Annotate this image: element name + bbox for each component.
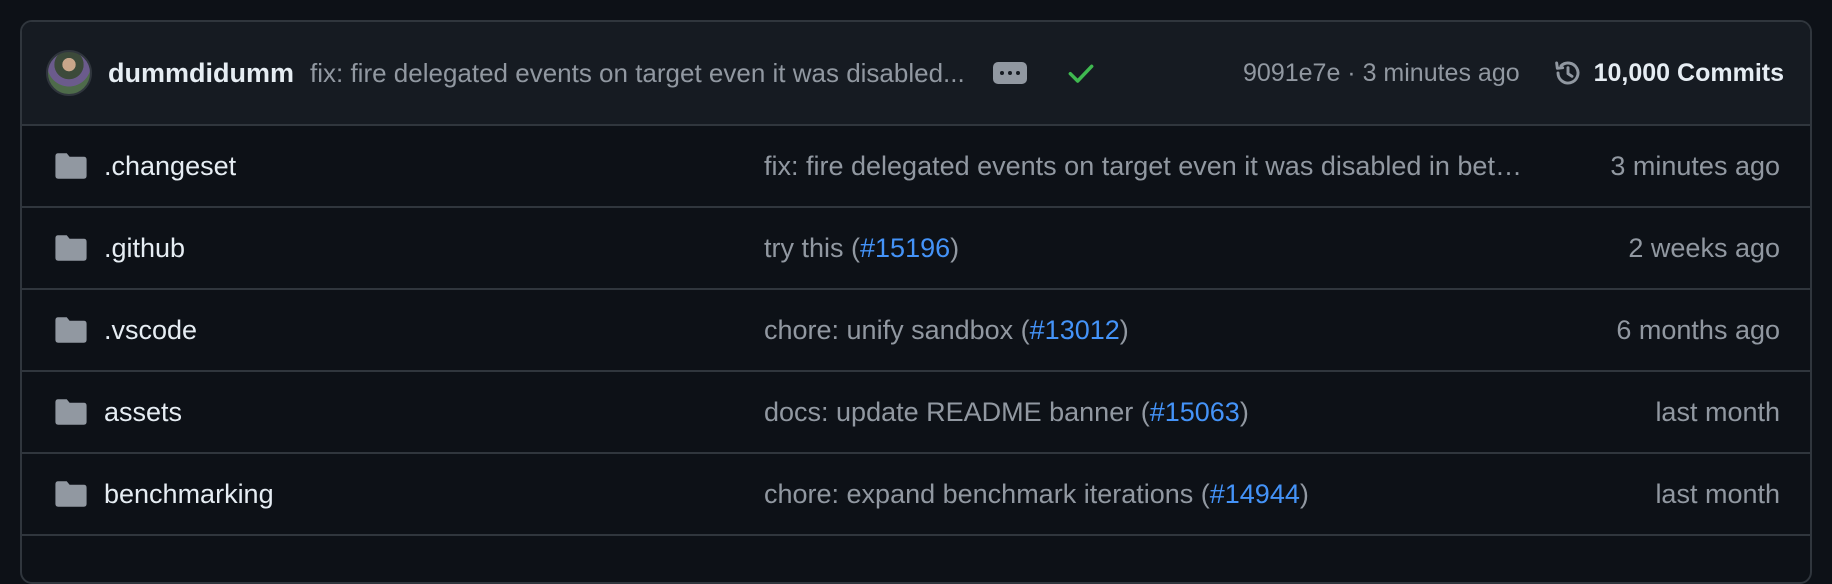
commit-message-link[interactable]: docs: update README banner (#15063) [764, 397, 1528, 428]
author-avatar[interactable] [46, 50, 92, 96]
ellipsis-dot-icon [999, 71, 1004, 75]
commit-message-link[interactable]: try this (#15196) [764, 233, 1528, 264]
pull-request-link[interactable]: #15063 [1150, 397, 1240, 427]
ellipsis-dot-icon [1015, 71, 1020, 75]
commit-time: 2 weeks ago [1628, 232, 1780, 263]
expand-commit-message-button[interactable] [992, 62, 1027, 84]
commit-sha[interactable]: 9091e7e [1243, 59, 1340, 87]
latest-commit-bar: dummdidumm fix: fire delegated events on… [22, 22, 1810, 126]
commit-time: last month [1655, 396, 1780, 427]
check-icon[interactable] [1065, 57, 1097, 89]
folder-icon [55, 399, 87, 425]
commit-message-text[interactable]: chore: unify sandbox ( [764, 315, 1030, 345]
commits-count-link[interactable]: 10,000 Commits [1594, 59, 1784, 88]
file-name-link[interactable]: .changeset [104, 151, 764, 182]
commit-message-text[interactable]: chore: expand benchmark iterations ( [764, 479, 1210, 509]
repo-file-browser: dummdidumm fix: fire delegated events on… [20, 20, 1812, 584]
commit-message-text[interactable]: try this ( [764, 233, 860, 263]
separator: · [1340, 58, 1363, 87]
file-name-link[interactable]: assets [104, 397, 764, 428]
commit-author-link[interactable]: dummdidumm [108, 58, 294, 89]
commit-message-text[interactable]: fix: fire delegated events on target eve… [764, 151, 1528, 181]
folder-icon [55, 153, 87, 179]
file-row[interactable]: benchmarking chore: expand benchmark ite… [22, 454, 1810, 536]
commit-message-suffix: ) [1239, 396, 1249, 427]
latest-commit-message-link[interactable]: fix: fire delegated events on target eve… [310, 58, 965, 89]
commit-time: 3 minutes ago [1362, 58, 1520, 87]
commit-message-link[interactable]: chore: expand benchmark iterations (#149… [764, 479, 1528, 510]
folder-icon [55, 481, 87, 507]
commit-message-link[interactable]: chore: unify sandbox (#13012) [764, 315, 1528, 346]
history-icon[interactable] [1552, 57, 1584, 89]
commit-time: last month [1655, 478, 1780, 509]
file-name-link[interactable]: benchmarking [104, 479, 764, 510]
commit-message-link[interactable]: fix: fire delegated events on target eve… [764, 151, 1528, 182]
file-row[interactable]: assets docs: update README banner (#1506… [22, 372, 1810, 454]
folder-icon [55, 235, 87, 261]
file-name-link[interactable]: .github [104, 233, 764, 264]
ellipsis-dot-icon [1007, 71, 1012, 75]
file-name-link[interactable]: .vscode [104, 315, 764, 346]
pull-request-link[interactable]: #13012 [1030, 315, 1120, 345]
commit-time: 6 months ago [1616, 314, 1780, 345]
commit-message-text[interactable]: docs: update README banner ( [764, 397, 1150, 427]
folder-icon [55, 317, 87, 343]
file-row[interactable]: .changeset fix: fire delegated events on… [22, 126, 1810, 208]
commit-message-suffix: ) [1119, 314, 1129, 345]
commit-message-suffix: ) [950, 232, 960, 263]
commit-message-suffix: ) [1299, 478, 1309, 509]
commit-sha-and-time[interactable]: 9091e7e · 3 minutes ago [1243, 59, 1520, 88]
pull-request-link[interactable]: #15196 [860, 233, 950, 263]
file-row[interactable]: .github try this (#15196) 2 weeks ago [22, 208, 1810, 290]
pull-request-link[interactable]: #14944 [1210, 479, 1300, 509]
file-row[interactable]: .vscode chore: unify sandbox (#13012) 6 … [22, 290, 1810, 372]
commit-time: 3 minutes ago [1610, 150, 1780, 181]
